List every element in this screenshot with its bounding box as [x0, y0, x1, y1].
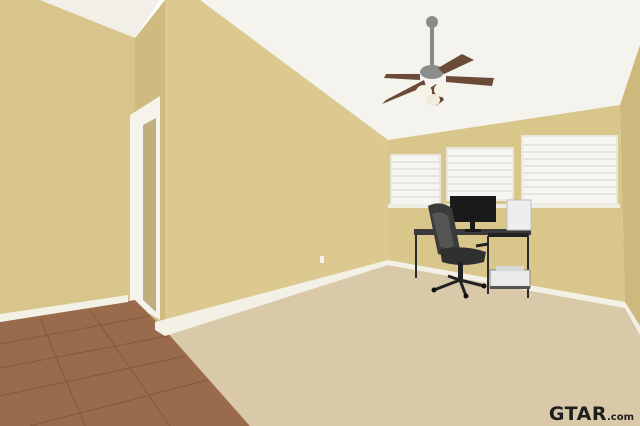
- doorway-opening: [143, 118, 156, 312]
- watermark-tld: .com: [606, 412, 634, 423]
- printer-icon: [489, 266, 531, 289]
- room-photo: GTAR.com: [0, 0, 640, 426]
- left-wall: [0, 0, 135, 322]
- room-illustration: [0, 0, 640, 426]
- wall-outlet: [320, 256, 324, 263]
- keyboard: [488, 233, 528, 237]
- paper-stand: [506, 199, 532, 231]
- watermark-brand: GTAR: [548, 403, 607, 425]
- watermark-logo: GTAR.com: [549, 405, 634, 424]
